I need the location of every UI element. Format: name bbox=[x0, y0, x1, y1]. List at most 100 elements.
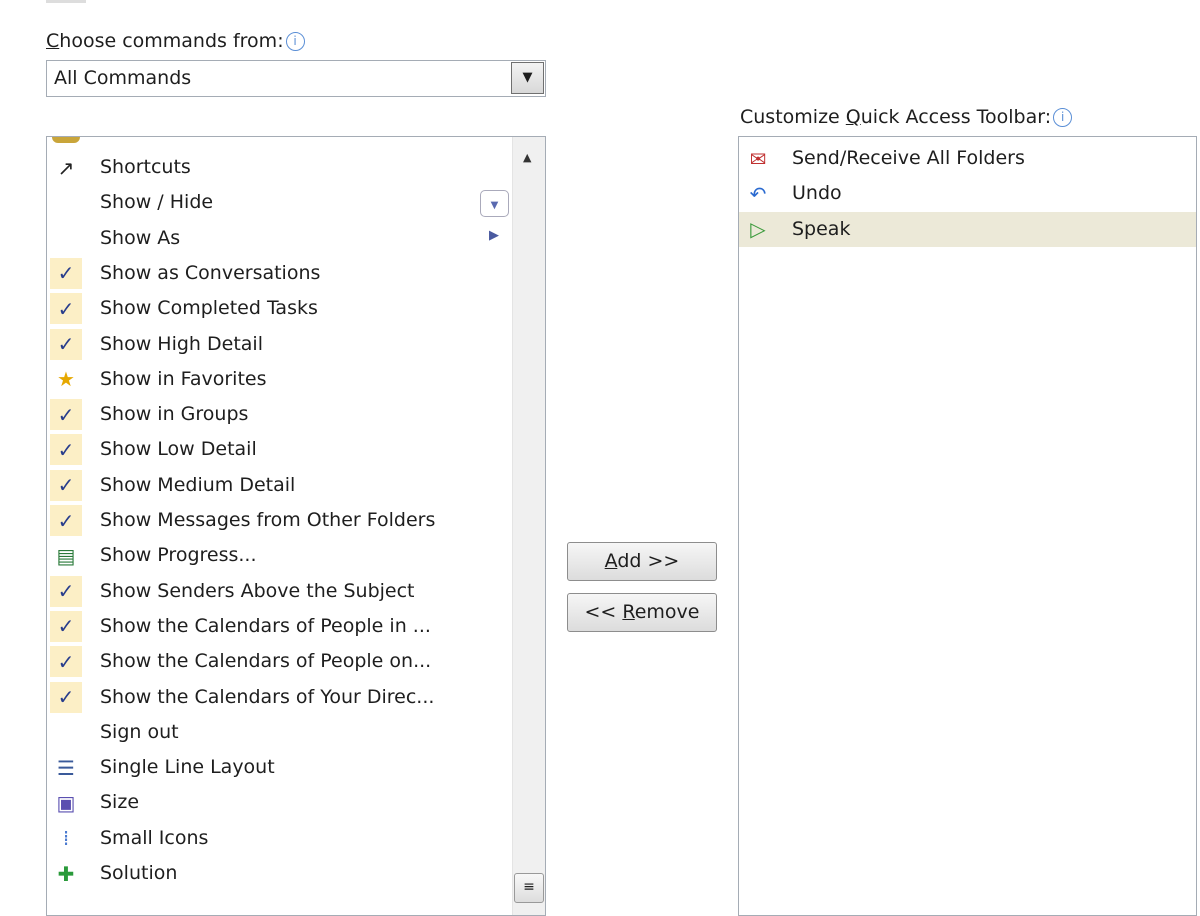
item-label: Show As bbox=[100, 226, 181, 249]
button-label: << bbox=[584, 601, 623, 623]
item-label: Solution bbox=[100, 862, 178, 884]
button-label: emove bbox=[634, 601, 700, 623]
list-item[interactable]: ✓ Show the Calendars of Your Direc... bbox=[47, 680, 511, 715]
list-item[interactable]: ↶ Undo bbox=[739, 176, 1196, 211]
item-label: Show High Detail bbox=[100, 332, 263, 355]
label-text: uick Access Toolbar: bbox=[860, 106, 1052, 128]
item-label: Show Messages from Other Folders bbox=[100, 509, 436, 531]
shortcut-icon: ↗ bbox=[57, 155, 75, 180]
item-label: Show the Calendars of People on... bbox=[100, 650, 432, 673]
blank-icon bbox=[50, 187, 82, 218]
list-item[interactable]: ▣ Size bbox=[47, 785, 511, 820]
undo-icon: ↶ bbox=[749, 181, 767, 206]
accel-key: R bbox=[622, 601, 635, 623]
partial-item-icon bbox=[52, 137, 80, 143]
small-icons-icon: ⁞ bbox=[62, 826, 70, 851]
item-label: Undo bbox=[792, 182, 842, 205]
item-label: Show / Hide bbox=[100, 191, 214, 214]
check-icon: ✓ bbox=[50, 505, 82, 536]
quick-access-toolbar-label: Customize Quick Access Toolbar: i bbox=[740, 106, 1073, 128]
check-icon: ✓ bbox=[50, 434, 82, 466]
list-item[interactable]: ✓ Show as Conversations bbox=[47, 256, 511, 291]
item-label: Show Senders Above the Subject bbox=[100, 579, 415, 602]
check-icon: ✓ bbox=[50, 469, 82, 501]
send-receive-icon: ✉ bbox=[749, 146, 767, 171]
list-item[interactable]: ✓ Show Low Detail bbox=[47, 432, 511, 467]
list-item[interactable]: ✓ Show High Detail bbox=[47, 327, 511, 362]
check-icon: ✓ bbox=[50, 328, 82, 360]
list-item[interactable]: Show As ▶ bbox=[47, 221, 511, 256]
item-label: Shortcuts bbox=[100, 156, 191, 178]
item-label: Show Low Detail bbox=[100, 438, 257, 461]
info-icon: i bbox=[1053, 108, 1073, 127]
blank-icon bbox=[50, 717, 82, 748]
item-label: Show the Calendars of People in ... bbox=[100, 614, 431, 637]
size-icon: ▣ bbox=[56, 790, 76, 815]
label-text: Customize bbox=[740, 106, 846, 128]
list-item[interactable]: ✓ Show the Calendars of People in ... bbox=[47, 609, 511, 644]
check-icon: ✓ bbox=[50, 610, 82, 642]
check-icon: ✓ bbox=[50, 646, 82, 678]
chevron-down-icon[interactable]: ▼ bbox=[511, 62, 544, 94]
scroll-up-icon[interactable]: ▲ bbox=[523, 151, 531, 164]
list-item[interactable]: ▤ Show Progress... bbox=[47, 538, 511, 573]
list-item[interactable]: ↗ Shortcuts bbox=[47, 150, 511, 185]
list-item[interactable]: ✓ Show in Groups bbox=[47, 397, 511, 432]
choose-commands-label: Choose commands from: i bbox=[46, 30, 305, 52]
button-label: dd >> bbox=[617, 550, 680, 572]
progress-icon: ▤ bbox=[56, 543, 76, 568]
choose-commands-dropdown[interactable]: All Commands ▼ bbox=[46, 60, 546, 97]
list-item[interactable]: Sign out bbox=[47, 715, 511, 750]
item-label: Send/Receive All Folders bbox=[792, 147, 1025, 169]
info-icon: i bbox=[285, 32, 305, 51]
list-item[interactable]: ★ Show in Favorites bbox=[47, 362, 511, 397]
blank-icon bbox=[50, 223, 82, 254]
item-label: Small Icons bbox=[100, 826, 209, 849]
item-label: Show in Groups bbox=[100, 403, 249, 426]
check-icon: ✓ bbox=[50, 681, 82, 713]
accel-key: A bbox=[604, 550, 618, 572]
list-item[interactable]: ✉ Send/Receive All Folders bbox=[739, 141, 1196, 176]
item-label: Single Line Layout bbox=[100, 756, 275, 779]
single-line-layout-icon: ☰ bbox=[57, 755, 75, 780]
commands-list[interactable]: ▲ ≡ ↗ Shortcuts Show / Hide ▼ Show As ▶ ✓ Show … bbox=[46, 136, 546, 916]
item-label: Show Completed Tasks bbox=[100, 297, 318, 320]
remove-button[interactable]: << Remove bbox=[567, 593, 717, 632]
chevron-right-icon: ▶ bbox=[489, 227, 499, 243]
list-item[interactable]: ☰ Single Line Layout bbox=[47, 750, 511, 785]
scroll-thumb[interactable]: ≡ bbox=[514, 873, 544, 903]
item-label: Speak bbox=[792, 217, 851, 240]
check-icon: ✓ bbox=[50, 399, 82, 431]
list-item[interactable]: ⁞ Small Icons bbox=[47, 821, 511, 856]
check-icon: ✓ bbox=[50, 575, 82, 607]
chevron-down-icon[interactable]: ▼ bbox=[480, 190, 509, 218]
list-item[interactable]: ✓ Show Senders Above the Subject bbox=[47, 574, 511, 609]
solution-icon: ✚ bbox=[57, 861, 75, 886]
item-label: Show Progress... bbox=[100, 544, 257, 567]
favorites-folder-icon: ★ bbox=[57, 367, 75, 392]
dropdown-value: All Commands bbox=[54, 67, 192, 89]
list-item[interactable]: ✓ Show Messages from Other Folders bbox=[47, 503, 511, 538]
item-label: Show in Favorites bbox=[100, 367, 267, 390]
list-item[interactable]: ✓ Show the Calendars of People on... bbox=[47, 644, 511, 679]
list-item[interactable]: ✚ Solution bbox=[47, 856, 511, 891]
label-text: hoose commands from: bbox=[59, 30, 284, 52]
add-button[interactable]: Add >> bbox=[567, 542, 717, 581]
list-item[interactable]: ✓ Show Medium Detail bbox=[47, 468, 511, 503]
item-label: Show as Conversations bbox=[100, 261, 321, 284]
item-label: Show the Calendars of Your Direc... bbox=[100, 685, 435, 708]
item-label: Sign out bbox=[100, 720, 179, 743]
accel-key: C bbox=[46, 30, 60, 52]
check-icon: ✓ bbox=[50, 257, 82, 289]
speak-icon: ▷ bbox=[750, 217, 766, 242]
item-label: Size bbox=[100, 791, 140, 814]
check-icon: ✓ bbox=[50, 293, 82, 325]
quick-access-toolbar-list[interactable]: ✉ Send/Receive All Folders ↶ Undo ▷ Speak bbox=[738, 136, 1197, 916]
list-item[interactable]: ▷ Speak bbox=[739, 211, 1196, 247]
list-item[interactable]: ✓ Show Completed Tasks bbox=[47, 291, 511, 326]
accel-key: Q bbox=[845, 106, 861, 128]
item-label: Show Medium Detail bbox=[100, 473, 296, 496]
list-item[interactable]: Show / Hide ▼ bbox=[47, 185, 511, 220]
scrollbar[interactable]: ▲ ≡ bbox=[512, 137, 545, 915]
partial-control bbox=[46, 0, 86, 3]
